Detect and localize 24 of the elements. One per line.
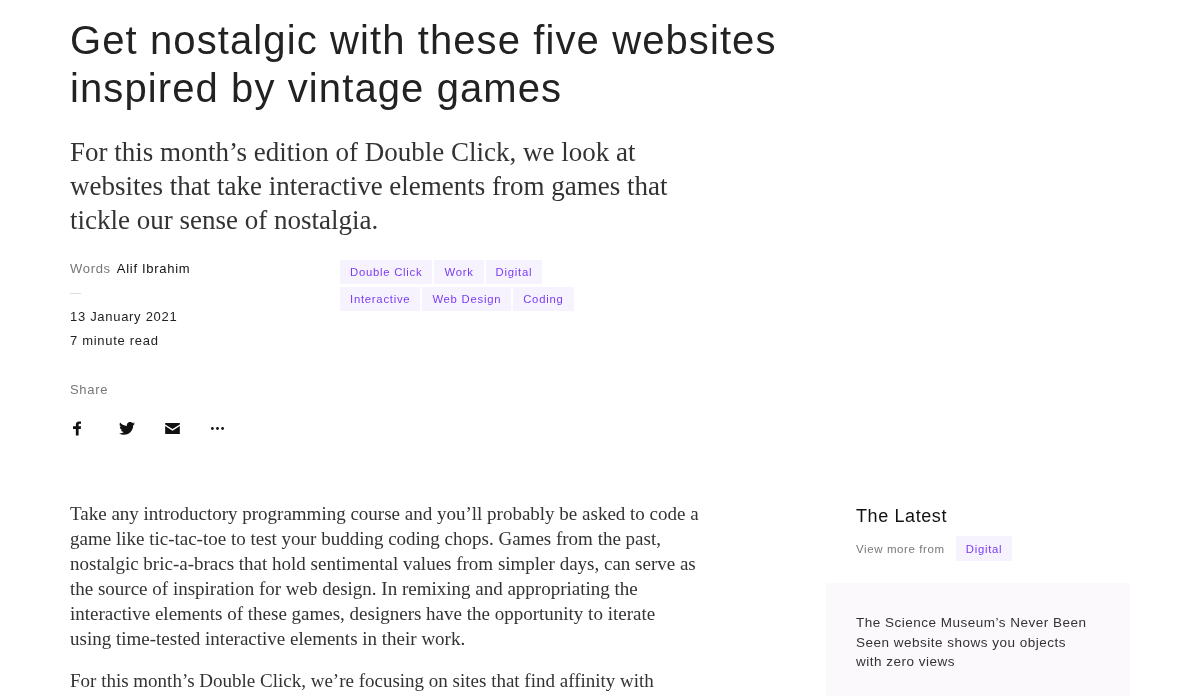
letter-f-icon[interactable] <box>73 420 81 436</box>
tag-link[interactable]: Digital <box>485 260 543 284</box>
envelope-icon[interactable] <box>165 422 180 434</box>
bird-icon[interactable] <box>119 421 135 435</box>
more-icon[interactable] <box>211 426 224 430</box>
share-label: Share <box>70 381 109 399</box>
article-card[interactable]: The Science Museum’s Never Been Seen website shows you objects with zero views <box>826 583 1130 696</box>
article-subtitle: For this month’s edition of Double Click, we look at websites that take interactive elements from games that tickle our sense of nostalgia. <box>70 136 669 237</box>
sidebar-heading: The Latest <box>856 505 948 528</box>
body-paragraph: Take any introductory programming course and you’ll probably be asked to code a game like tic-tac-toe to test your budding coding chops. Games from the past, nostalgic bric-a-bracs that hold sentimental values from simpler days, can serve as the source of inspiration for web design. In remixing and appropriating the interactive elements of these games, designers have the opportunity to iterate using time-tested interactive elements in their work. <box>70 502 700 651</box>
byline-label: Words <box>70 260 111 278</box>
card-title: The Science Museum’s Never Been Seen website shows you objects with zero views <box>856 614 1088 671</box>
view-more-label: View more from <box>856 542 945 555</box>
tag-link[interactable]: Digital <box>955 536 1013 561</box>
author-name: Alif Ibrahim <box>116 260 191 278</box>
tag-link[interactable]: Web Design <box>422 287 512 311</box>
read-time: 7 minute read <box>70 332 159 350</box>
body-paragraph: For this month’s Double Click, we’re focusing on sites that find affinity with <box>70 669 655 693</box>
tag-link[interactable]: Double Click <box>340 260 433 284</box>
tag-link[interactable]: Work <box>434 260 484 284</box>
publish-date: 13 January 2021 <box>70 308 178 326</box>
tag-link[interactable]: Interactive <box>340 287 421 311</box>
tag-link[interactable]: Coding <box>513 287 574 311</box>
article-title: Get nostalgic with these five websites inspired by vintage games <box>70 17 778 112</box>
